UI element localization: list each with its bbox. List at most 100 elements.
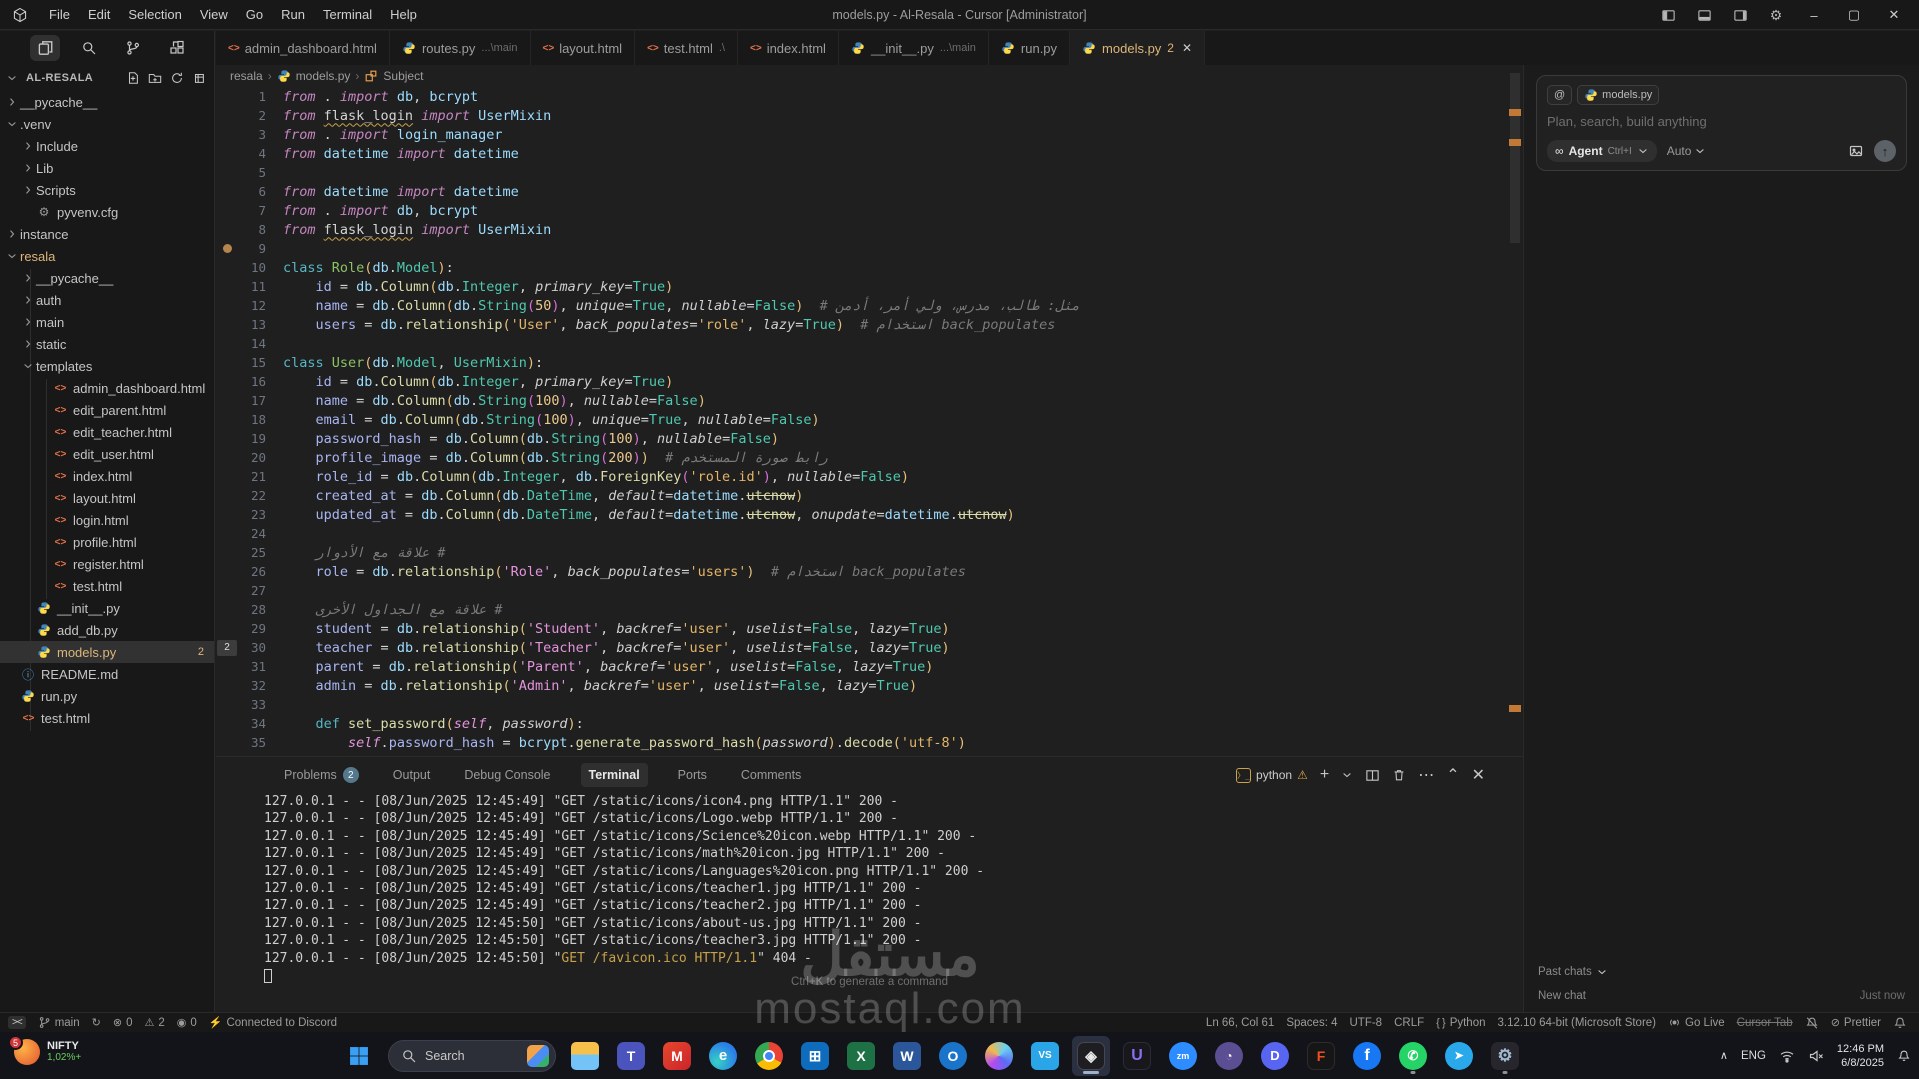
file-explorer-taskbar-icon[interactable] xyxy=(566,1036,604,1076)
panel-tab-comments[interactable]: Comments xyxy=(737,763,805,787)
status-connected-to-discord[interactable]: ⚡ Connected to Discord xyxy=(203,1013,343,1033)
menu-file[interactable]: File xyxy=(40,4,79,26)
line-number[interactable]: 18 xyxy=(242,412,266,427)
gutter-glyph-margin[interactable] xyxy=(216,676,242,695)
chrome-taskbar-icon[interactable] xyxy=(750,1036,788,1076)
panel-tab-ports[interactable]: Ports xyxy=(674,763,711,787)
line-number[interactable]: 10 xyxy=(242,260,266,275)
word-taskbar-icon[interactable]: W xyxy=(888,1036,926,1076)
telegram-taskbar-icon[interactable]: ➤ xyxy=(1440,1036,1478,1076)
line-number[interactable]: 23 xyxy=(242,507,266,522)
gutter-glyph-margin[interactable] xyxy=(216,524,242,543)
activity-search[interactable] xyxy=(74,35,104,61)
panel-tab-problems[interactable]: Problems 2 xyxy=(280,763,363,787)
collapse-all-icon[interactable] xyxy=(192,71,206,85)
activity-source-control[interactable] xyxy=(118,35,148,61)
gutter-glyph-margin[interactable] xyxy=(216,182,242,201)
line-number[interactable]: 34 xyxy=(242,716,266,731)
line-number[interactable]: 4 xyxy=(242,146,266,161)
gutter-glyph-margin[interactable] xyxy=(216,467,242,486)
gutter-glyph-margin[interactable] xyxy=(216,448,242,467)
tree-item-main[interactable]: main xyxy=(0,311,214,333)
tab-models-py[interactable]: models.py 2 ✕ xyxy=(1070,31,1206,65)
discord-taskbar-icon[interactable]: D xyxy=(1256,1036,1294,1076)
news-widget[interactable]: 5 NIFTY 1,02%+ xyxy=(6,1035,89,1068)
gutter-glyph-margin[interactable] xyxy=(216,163,242,182)
line-number[interactable]: 2 xyxy=(242,108,266,123)
figma-taskbar-icon[interactable]: F xyxy=(1302,1036,1340,1076)
code-line-18[interactable]: 18 email = db.Column(db.String(100), uni… xyxy=(216,410,1523,429)
tree-item-instance[interactable]: instance xyxy=(0,223,214,245)
tab-test-html[interactable]: < > test.html .\ xyxy=(635,31,738,65)
chat-input-placeholder[interactable]: Plan, search, build anything xyxy=(1547,114,1896,129)
new-terminal-icon[interactable]: + xyxy=(1320,766,1329,784)
tree-item-add_db-py[interactable]: add_db.py xyxy=(0,619,214,641)
gutter-glyph-margin[interactable] xyxy=(216,144,242,163)
panel-tab-output[interactable]: Output xyxy=(389,763,435,787)
status-python[interactable]: { } Python xyxy=(1430,1013,1491,1033)
line-number[interactable]: 11 xyxy=(242,279,266,294)
code-line-10[interactable]: 10 class Role(db.Model): xyxy=(216,258,1523,277)
code-line-3[interactable]: 3 from . import login_manager xyxy=(216,125,1523,144)
tree-item-scripts[interactable]: Scripts xyxy=(0,179,214,201)
minimize-button[interactable]: – xyxy=(1797,0,1831,30)
breadcrumb-item[interactable]: resala xyxy=(230,69,263,83)
breadcrumb-item[interactable]: models.py xyxy=(296,69,351,83)
code-line-19[interactable]: 19 password_hash = db.Column(db.String(1… xyxy=(216,429,1523,448)
tree-item-edit_parent-html[interactable]: < > edit_parent.html xyxy=(0,399,214,421)
agent-mode-picker[interactable]: ∞ Agent Ctrl+I xyxy=(1547,140,1657,162)
tree-item-lib[interactable]: Lib xyxy=(0,157,214,179)
gutter-glyph-margin[interactable] xyxy=(216,296,242,315)
gutter-glyph-margin[interactable] xyxy=(216,714,242,733)
line-number[interactable]: 28 xyxy=(242,602,266,617)
cursor-taskbar-icon[interactable]: ◈ xyxy=(1072,1035,1110,1076)
code-line-7[interactable]: 7 from . import db, bcrypt xyxy=(216,201,1523,220)
code-line-34[interactable]: 34 def set_password(self, password): xyxy=(216,714,1523,733)
status-go-live[interactable]: Go Live xyxy=(1662,1013,1731,1033)
panel-tab-terminal[interactable]: Terminal xyxy=(580,763,648,787)
send-button[interactable]: ↑ xyxy=(1874,140,1896,162)
status-prettier[interactable]: ⊘ Prettier xyxy=(1825,1013,1887,1033)
code-line-4[interactable]: 4 from datetime import datetime xyxy=(216,144,1523,163)
tree-item-register-html[interactable]: < > register.html xyxy=(0,553,214,575)
gutter-glyph-margin[interactable] xyxy=(216,315,242,334)
tab-routes-py[interactable]: routes.py ...\main xyxy=(389,31,531,65)
tray-overflow-chevron[interactable]: ∧ xyxy=(1720,1049,1728,1062)
gutter-glyph-margin[interactable] xyxy=(216,201,242,220)
tree-item-index-html[interactable]: < > index.html xyxy=(0,465,214,487)
status-utf-8[interactable]: UTF-8 xyxy=(1344,1013,1389,1033)
status-0[interactable]: ◉ 0 xyxy=(171,1013,203,1033)
gutter-glyph-margin[interactable]: 2 xyxy=(216,638,242,657)
new-file-icon[interactable] xyxy=(126,71,140,85)
status-crlf[interactable]: CRLF xyxy=(1388,1013,1430,1033)
gutter-glyph-margin[interactable] xyxy=(216,372,242,391)
status-remote[interactable]: >< xyxy=(2,1013,32,1033)
u-app-taskbar-icon[interactable]: U xyxy=(1118,1036,1156,1076)
gutter-glyph-margin[interactable] xyxy=(216,334,242,353)
code-line-11[interactable]: 11 id = db.Column(db.Integer, primary_ke… xyxy=(216,277,1523,296)
gutter-glyph-margin[interactable] xyxy=(216,220,242,239)
attach-image-icon[interactable] xyxy=(1848,143,1864,159)
close-panel-icon[interactable]: ✕ xyxy=(1472,765,1485,785)
tree-item-profile-html[interactable]: < > profile.html xyxy=(0,531,214,553)
terminal-profile-chevron-icon[interactable] xyxy=(1341,769,1353,781)
github-taskbar-icon[interactable]: ◔ xyxy=(1210,1036,1248,1076)
status-spaces-4[interactable]: Spaces: 4 xyxy=(1280,1013,1343,1033)
line-number[interactable]: 27 xyxy=(242,583,266,598)
terminal-panel[interactable]: Problems 2 Output Debug Console Terminal Port… xyxy=(216,756,1523,1012)
chat-input-card[interactable]: @ models.py Plan, search, build anything… xyxy=(1536,75,1907,171)
refresh-icon[interactable] xyxy=(170,71,184,85)
activity-extensions[interactable] xyxy=(162,35,192,61)
tree-item-login-html[interactable]: < > login.html xyxy=(0,509,214,531)
more-actions-icon[interactable]: ⋯ xyxy=(1418,765,1434,785)
gutter-glyph-margin[interactable] xyxy=(216,657,242,676)
tree-item-run-py[interactable]: run.py xyxy=(0,685,214,707)
code-line-21[interactable]: 21 role_id = db.Column(db.Integer, db.Fo… xyxy=(216,467,1523,486)
line-number[interactable]: 1 xyxy=(242,89,266,104)
status-bell[interactable] xyxy=(1887,1013,1913,1033)
gutter-glyph-margin[interactable] xyxy=(216,543,242,562)
model-picker[interactable]: Auto xyxy=(1667,144,1707,158)
menu-edit[interactable]: Edit xyxy=(79,4,119,26)
code-line-33[interactable]: 33 xyxy=(216,695,1523,714)
code-line-26[interactable]: 26 role = db.relationship('Role', back_p… xyxy=(216,562,1523,581)
